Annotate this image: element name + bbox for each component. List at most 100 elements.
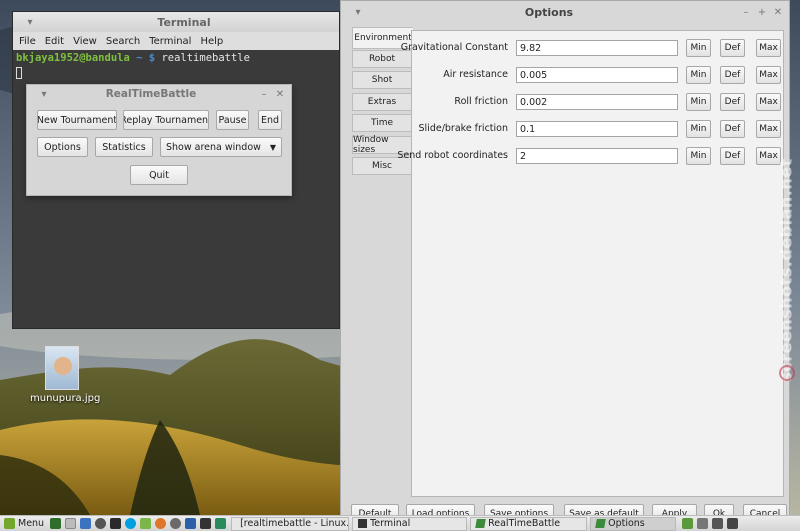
air-resistance-max-button[interactable]: Max [756, 66, 781, 84]
gravitational-constant-max-button[interactable]: Max [756, 39, 781, 57]
rtb-title: RealTimeBattle [105, 88, 197, 100]
battery-icon[interactable] [712, 518, 724, 529]
image-thumbnail-icon [45, 346, 79, 390]
options-title: Options [524, 5, 574, 19]
terminal-icon [358, 519, 368, 528]
terminal-titlebar[interactable]: ▾ Terminal [13, 12, 339, 32]
maximize-icon[interactable]: + [757, 7, 767, 18]
chromium-icon[interactable] [170, 518, 182, 529]
mint-logo-icon [4, 518, 15, 529]
gravitational-constant-def-button[interactable]: Def [720, 39, 745, 57]
send-robot-coordinates-label: Send robot coordinates [397, 150, 508, 161]
gravitational-constant-label: Gravitational Constant [400, 42, 508, 53]
task-label: [realtimebattle - Linux... [240, 518, 350, 529]
menu-file[interactable]: File [19, 36, 36, 47]
options-titlebar[interactable]: ▾ Options – + ✕ [341, 1, 789, 23]
start-menu-button[interactable]: Menu [0, 516, 48, 531]
window-menu-icon[interactable]: ▾ [25, 17, 35, 28]
terminal-launcher-icon[interactable] [110, 518, 122, 529]
roll-friction-max-button[interactable]: Max [756, 93, 781, 111]
prompt-symbol: $ [148, 52, 156, 64]
new-tournament-button[interactable]: New Tournament [37, 110, 117, 130]
terminal-title: Terminal [157, 15, 211, 29]
menu-search[interactable]: Search [106, 36, 140, 47]
task-options[interactable]: Options [590, 516, 677, 531]
watermark: screenshots.debian.net [772, 150, 800, 390]
rtb-titlebar[interactable]: ▾ RealTimeBattle – ✕ [27, 85, 291, 103]
menu-edit[interactable]: Edit [45, 36, 64, 47]
roll-friction-min-button[interactable]: Min [686, 93, 711, 111]
editor-icon[interactable] [215, 518, 227, 529]
gravitational-constant-min-button[interactable]: Min [686, 39, 711, 57]
roll-friction-label: Roll friction [454, 96, 508, 107]
end-button[interactable]: End [258, 110, 282, 130]
taskbar: Menu [realtimebattle - Linux... Terminal… [0, 515, 800, 531]
menu-view[interactable]: View [73, 36, 97, 47]
firefox-icon[interactable] [155, 518, 167, 529]
statistics-button[interactable]: Statistics [95, 137, 153, 157]
roll-friction-input[interactable]: 0.002 [516, 94, 678, 110]
window-menu-icon[interactable]: ▾ [39, 89, 49, 100]
pause-button[interactable]: Pause [216, 110, 249, 130]
terminal-output[interactable]: bkjaya1952@bandula ~ $ realtimebattle [13, 50, 339, 81]
power-icon[interactable] [95, 518, 107, 529]
quit-button[interactable]: Quit [130, 165, 188, 185]
prompt-command: realtimebattle [161, 52, 250, 64]
network-icon[interactable] [80, 518, 92, 529]
prompt-path: ~ [136, 52, 143, 64]
environment-panel: Gravitational Constant 9.82 Min Def Max … [397, 30, 784, 497]
terminal-menubar: File Edit View Search Terminal Help [13, 32, 339, 50]
realtimebattle-window[interactable]: ▾ RealTimeBattle – ✕ New Tournament Repl… [26, 84, 292, 196]
close-icon[interactable]: ✕ [275, 89, 285, 100]
minimize-icon[interactable]: – [259, 89, 269, 100]
keyboard-icon[interactable] [697, 518, 709, 529]
prompt-user: bkjaya1952@bandula [16, 52, 130, 64]
task-realtimebattle-linux[interactable]: [realtimebattle - Linux... [231, 516, 350, 531]
package-icon[interactable] [140, 518, 152, 529]
task-label: Options [608, 518, 645, 529]
file-manager-icon[interactable] [65, 518, 77, 529]
replay-tournament-button[interactable]: Replay Tournament [123, 110, 209, 130]
watermark-logo-icon [779, 365, 795, 381]
menu-label: Menu [18, 518, 45, 529]
air-resistance-input[interactable]: 0.005 [516, 67, 678, 83]
task-label: Terminal [370, 518, 411, 529]
menu-help[interactable]: Help [200, 36, 223, 47]
show-desktop-icon[interactable] [50, 518, 62, 529]
air-resistance-min-button[interactable]: Min [686, 66, 711, 84]
dropdown-arrow-icon: ▼ [269, 142, 276, 152]
dropbox-icon[interactable] [185, 518, 197, 529]
desktop-file-label: munupura.jpg [30, 393, 101, 404]
show-arena-select[interactable]: Show arena window ▼ [160, 137, 282, 157]
minimize-icon[interactable]: – [741, 7, 751, 18]
shield-icon[interactable] [682, 518, 694, 529]
terminal-cursor [16, 67, 22, 79]
air-resistance-def-button[interactable]: Def [720, 66, 745, 84]
options-button[interactable]: Options [37, 137, 88, 157]
skype-icon[interactable] [125, 518, 137, 529]
slide-brake-friction-max-button[interactable]: Max [756, 120, 781, 138]
send-robot-coordinates-min-button[interactable]: Min [686, 147, 711, 165]
monitor-icon[interactable] [200, 518, 212, 529]
send-robot-coordinates-def-button[interactable]: Def [720, 147, 745, 165]
slide-brake-friction-label: Slide/brake friction [418, 123, 508, 134]
show-arena-label: Show arena window [166, 141, 261, 153]
gravitational-constant-input[interactable]: 9.82 [516, 40, 678, 56]
slide-brake-friction-def-button[interactable]: Def [720, 120, 745, 138]
slide-brake-friction-input[interactable]: 0.1 [516, 121, 678, 137]
volume-icon[interactable] [727, 518, 739, 529]
roll-friction-def-button[interactable]: Def [720, 93, 745, 111]
menu-terminal[interactable]: Terminal [149, 36, 191, 47]
task-label: RealTimeBattle [488, 518, 561, 529]
tank-icon [595, 519, 606, 528]
task-terminal[interactable]: Terminal [352, 516, 468, 531]
close-icon[interactable]: ✕ [773, 7, 783, 18]
send-robot-coordinates-input[interactable]: 2 [516, 148, 678, 164]
task-realtimebattle[interactable]: RealTimeBattle [470, 516, 588, 531]
watermark-text: screenshots.debian.net [776, 158, 796, 382]
desktop-file-icon[interactable]: munupura.jpg [30, 346, 101, 404]
window-menu-icon[interactable]: ▾ [353, 7, 363, 18]
options-window[interactable]: ▾ Options – + ✕ Environment Robot Shot E… [340, 0, 790, 517]
slide-brake-friction-min-button[interactable]: Min [686, 120, 711, 138]
tank-icon [475, 519, 486, 528]
